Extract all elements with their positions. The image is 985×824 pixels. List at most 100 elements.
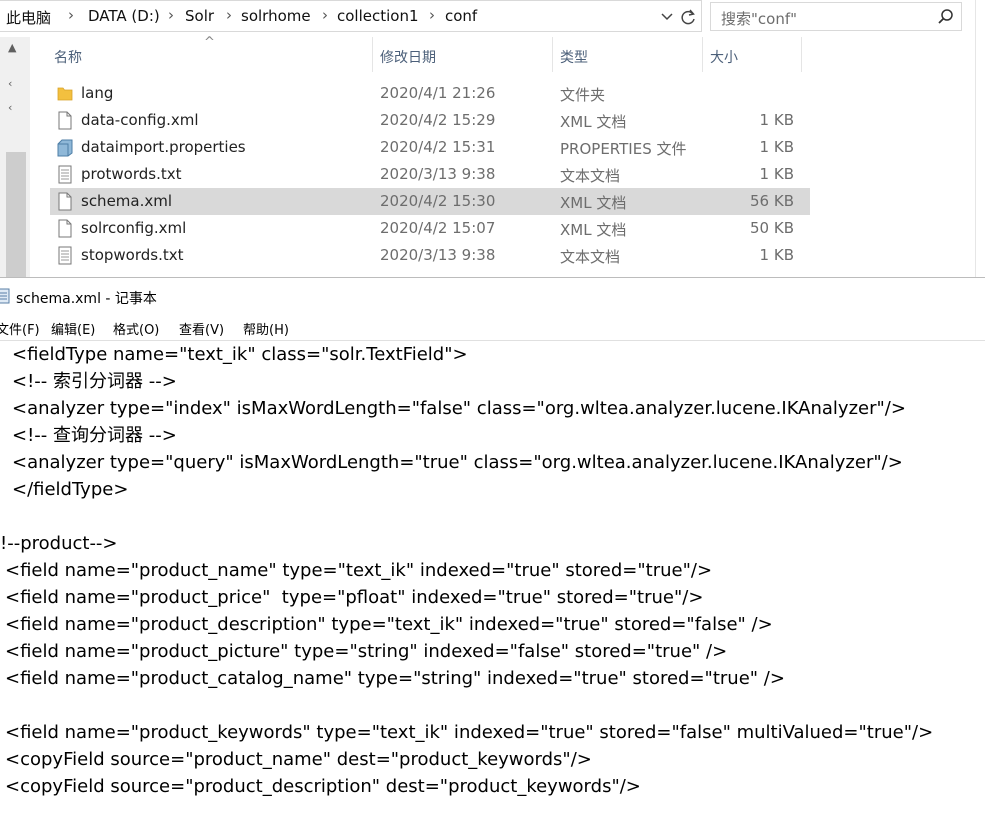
file-date: 2020/4/1 21:26 xyxy=(380,84,496,102)
address-bar[interactable]: 此电脑 › DATA (D:) › Solr › solrhome › coll… xyxy=(0,0,702,32)
code-line: !--product--> xyxy=(0,533,118,554)
breadcrumb-solr[interactable]: Solr xyxy=(185,7,214,25)
refresh-icon[interactable] xyxy=(679,6,697,28)
menu-file[interactable]: 文件(F) xyxy=(0,319,40,338)
file-date: 2020/3/13 9:38 xyxy=(380,165,496,183)
navigation-scrollbar[interactable]: ▲ ‹ ‹ xyxy=(0,37,30,277)
search-placeholder: 搜索"conf" xyxy=(721,10,798,28)
file-row-dataimport[interactable]: dataimport.properties 2020/4/2 15:31 PRO… xyxy=(50,134,810,161)
breadcrumb-collection1[interactable]: collection1 xyxy=(337,7,419,25)
code-line: <fieldType name="text_ik" class="solr.Te… xyxy=(12,344,468,365)
file-row-data-config[interactable]: data-config.xml 2020/4/2 15:29 XML 文档 1 … xyxy=(50,107,810,134)
breadcrumb-separator-icon: › xyxy=(429,6,435,24)
file-explorer-window: 此电脑 › DATA (D:) › Solr › solrhome › coll… xyxy=(0,0,985,277)
file-size: 1 KB xyxy=(759,165,794,183)
file-name: lang xyxy=(81,84,114,102)
file-type: 文本文档 xyxy=(560,248,621,266)
column-header-type-label: 类型 xyxy=(560,50,588,66)
code-line: </fieldType> xyxy=(12,479,129,500)
scrollbar-thumb[interactable] xyxy=(6,152,26,277)
notepad-app-icon xyxy=(0,288,10,304)
column-header-size[interactable]: 大小 xyxy=(703,37,802,72)
scroll-left-icon[interactable]: ‹ xyxy=(8,77,12,90)
file-name: protwords.txt xyxy=(81,165,182,183)
text-editor-area[interactable]: <fieldType name="text_ik" class="solr.Te… xyxy=(0,340,985,824)
file-date: 2020/4/2 15:31 xyxy=(380,138,496,156)
scroll-left-icon[interactable]: ‹ xyxy=(8,101,12,114)
breadcrumb-separator-icon: › xyxy=(322,6,328,24)
file-name: dataimport.properties xyxy=(81,138,246,156)
notepad-window: schema.xml - 记事本 文件(F) 编辑(E) 格式(O) 查看(V)… xyxy=(0,277,985,824)
file-row-schema-selected[interactable]: schema.xml 2020/4/2 15:30 XML 文档 56 KB xyxy=(50,188,810,215)
text-file-icon xyxy=(58,246,72,265)
xml-file-icon xyxy=(58,111,72,130)
folder-icon xyxy=(57,87,73,101)
notepad-title-bar[interactable]: schema.xml - 记事本 xyxy=(0,278,985,312)
code-line: <!-- 查询分词器 --> xyxy=(12,425,177,446)
file-size: 50 KB xyxy=(750,219,794,237)
breadcrumb-data-drive[interactable]: DATA (D:) xyxy=(88,7,160,25)
file-list: lang 2020/4/1 21:26 文件夹 data-config.xml … xyxy=(50,80,810,269)
file-date: 2020/4/2 15:30 xyxy=(380,192,496,210)
column-header-name-label: 名称 xyxy=(54,50,82,66)
file-type: 文件夹 xyxy=(560,86,606,104)
xml-file-icon xyxy=(58,192,72,211)
window-title: schema.xml - 记事本 xyxy=(16,291,157,307)
breadcrumb-separator-icon: › xyxy=(168,6,174,24)
file-date: 2020/4/2 15:07 xyxy=(380,219,496,237)
file-name: solrconfig.xml xyxy=(81,219,187,237)
file-type: PROPERTIES 文件 xyxy=(560,140,687,158)
column-header-date-label: 修改日期 xyxy=(380,50,436,66)
code-line: <copyField source="product_description" … xyxy=(5,776,641,797)
column-header-type[interactable]: 类型 xyxy=(553,37,703,72)
breadcrumb-conf[interactable]: conf xyxy=(445,7,477,25)
file-row-solrconfig[interactable]: solrconfig.xml 2020/4/2 15:07 XML 文档 50 … xyxy=(50,215,810,242)
code-line: <field name="product_name" type="text_ik… xyxy=(5,560,713,581)
search-input[interactable]: 搜索"conf" xyxy=(710,2,962,31)
column-header-date[interactable]: 修改日期 xyxy=(373,37,553,72)
breadcrumb-this-pc[interactable]: 此电脑 xyxy=(6,7,51,28)
xml-file-icon xyxy=(58,219,72,238)
code-line: <analyzer type="query" isMaxWordLength="… xyxy=(12,452,903,473)
adjacent-window-edge xyxy=(975,0,985,277)
menu-format[interactable]: 格式(O) xyxy=(113,319,159,338)
file-type: XML 文档 xyxy=(560,221,627,239)
sort-ascending-icon: ^ xyxy=(204,35,215,50)
file-date: 2020/4/2 15:29 xyxy=(380,111,496,129)
file-size: 1 KB xyxy=(759,111,794,129)
file-name: data-config.xml xyxy=(81,111,199,129)
breadcrumb-separator-icon: › xyxy=(226,6,232,24)
file-date: 2020/3/13 9:38 xyxy=(380,246,496,264)
breadcrumb-solrhome[interactable]: solrhome xyxy=(241,7,311,25)
text-file-icon xyxy=(58,165,72,184)
code-line: <copyField source="product_name" dest="p… xyxy=(5,749,592,770)
properties-file-icon xyxy=(57,139,73,157)
file-row-stopwords[interactable]: stopwords.txt 2020/3/13 9:38 文本文档 1 KB xyxy=(50,242,810,269)
code-line: <field name="product_picture" type="stri… xyxy=(5,641,728,662)
search-icon[interactable] xyxy=(937,8,955,26)
scroll-up-icon[interactable]: ▲ xyxy=(8,41,16,54)
file-name: stopwords.txt xyxy=(81,246,184,264)
menu-view[interactable]: 查看(V) xyxy=(179,319,224,338)
file-type: XML 文档 xyxy=(560,113,627,131)
code-line: <field name="product_description" type="… xyxy=(5,614,773,635)
file-size: 1 KB xyxy=(759,138,794,156)
code-line: <field name="product_keywords" type="tex… xyxy=(5,722,934,743)
file-type: 文本文档 xyxy=(560,167,621,185)
menu-edit[interactable]: 编辑(E) xyxy=(51,319,95,338)
chevron-down-icon[interactable] xyxy=(659,6,675,28)
breadcrumb-separator-icon: › xyxy=(68,6,74,24)
file-type: XML 文档 xyxy=(560,194,627,212)
file-row-lang[interactable]: lang 2020/4/1 21:26 文件夹 xyxy=(50,80,810,107)
file-size: 1 KB xyxy=(759,246,794,264)
file-size: 56 KB xyxy=(750,192,794,210)
column-header-size-label: 大小 xyxy=(710,50,738,66)
file-name: schema.xml xyxy=(81,192,173,210)
code-line: <field name="product_catalog_name" type=… xyxy=(5,668,785,689)
column-header-row: 名称 ^ 修改日期 类型 大小 xyxy=(36,35,806,72)
code-line: <analyzer type="index" isMaxWordLength="… xyxy=(12,398,906,419)
file-row-protwords[interactable]: protwords.txt 2020/3/13 9:38 文本文档 1 KB xyxy=(50,161,810,188)
menu-bar: 文件(F) 编辑(E) 格式(O) 查看(V) 帮助(H) xyxy=(0,318,985,340)
menu-help[interactable]: 帮助(H) xyxy=(243,319,289,338)
code-line: <!-- 索引分词器 --> xyxy=(12,371,177,392)
